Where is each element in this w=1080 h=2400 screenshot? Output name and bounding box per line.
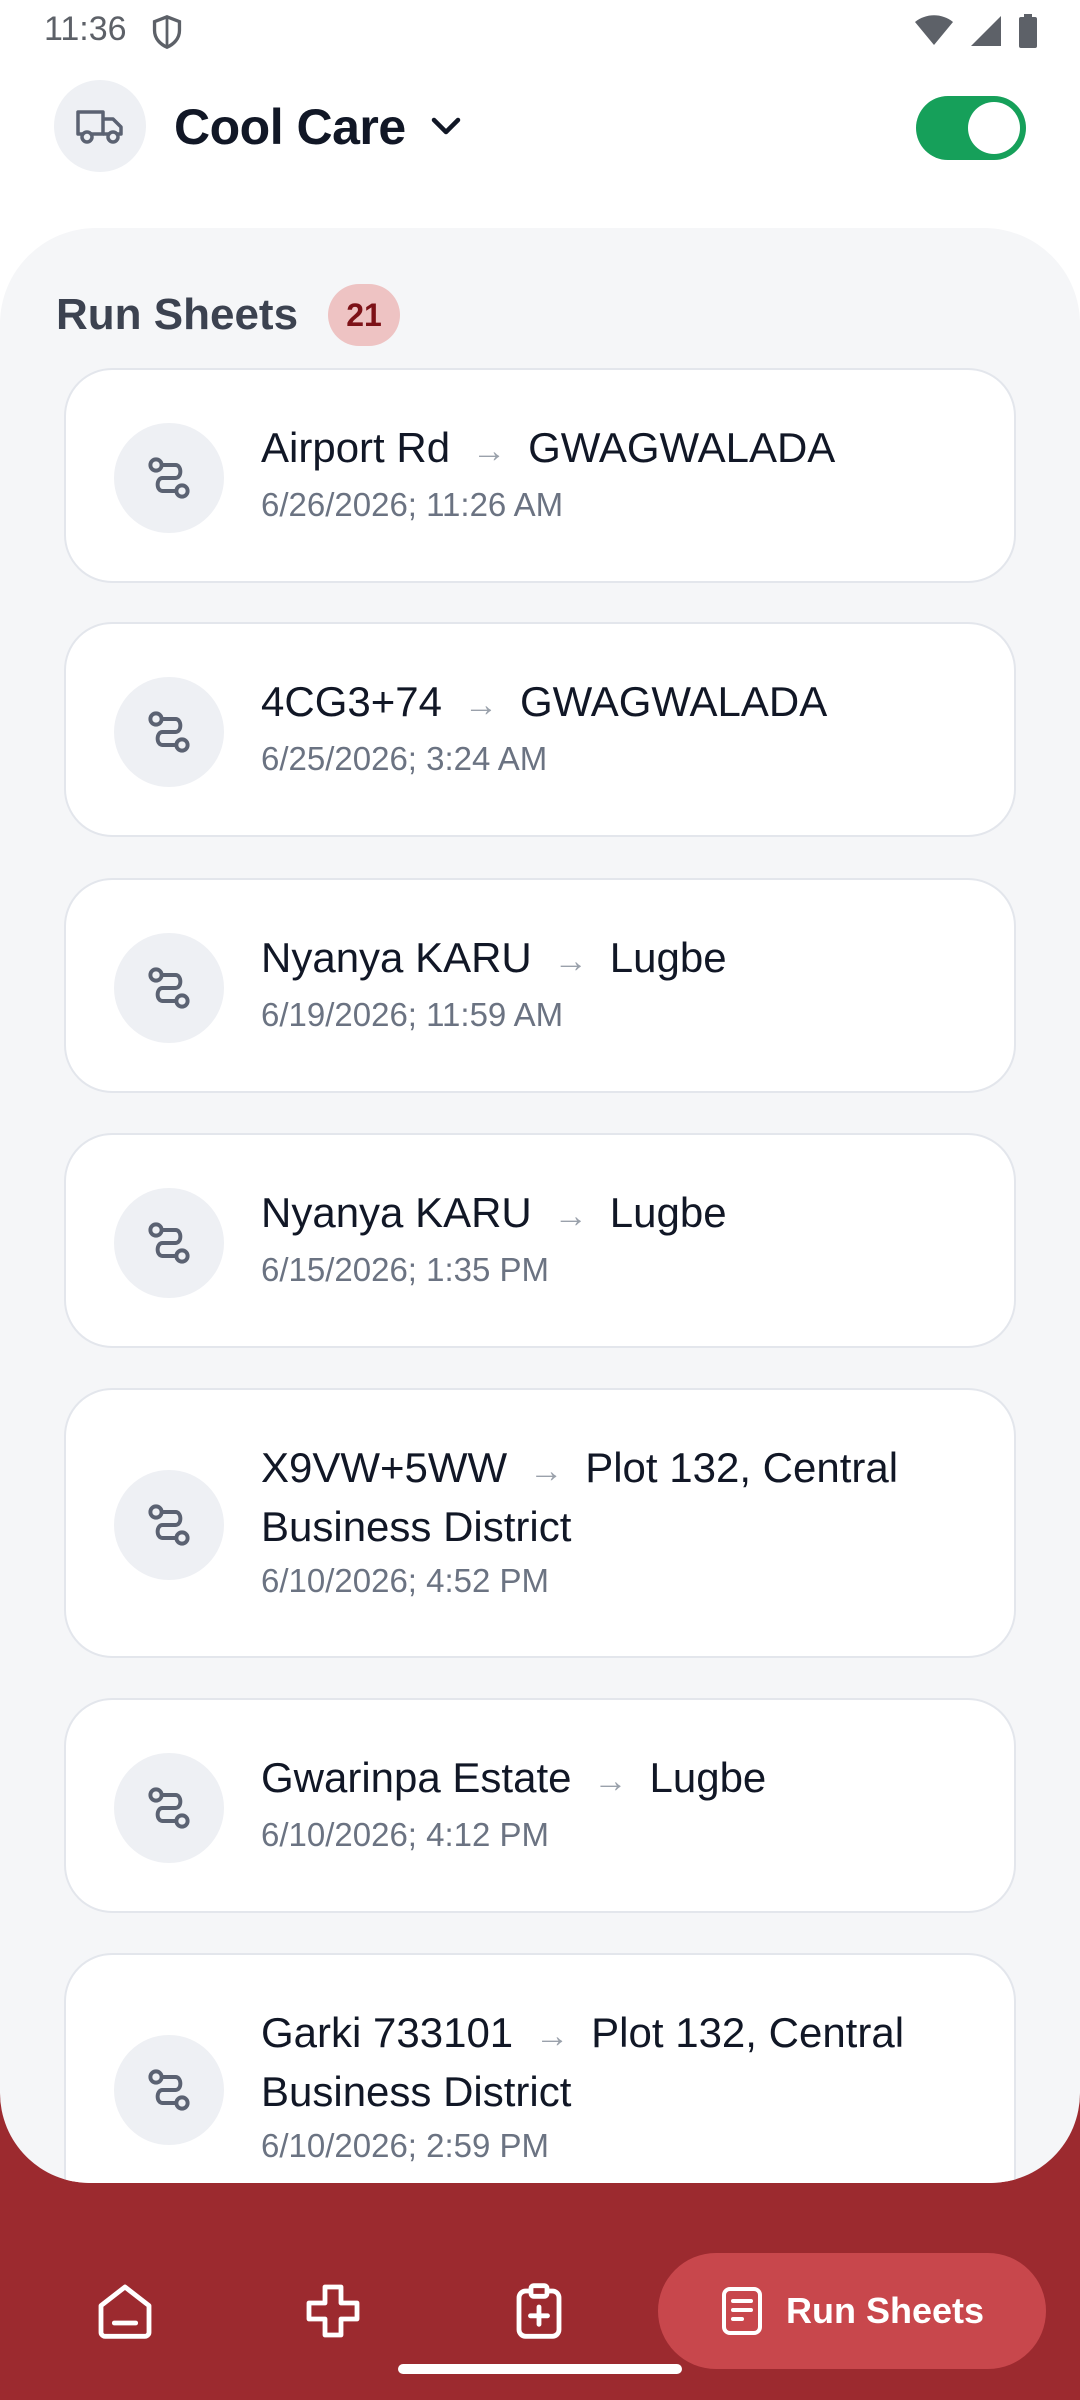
chevron-down-icon[interactable]	[428, 108, 464, 144]
route-to: Lugbe	[649, 1754, 767, 1801]
clipboard-add-icon	[516, 2283, 562, 2339]
route-from: Nyanya KARU	[261, 1189, 532, 1236]
vehicle-avatar[interactable]	[54, 80, 146, 172]
run-sheet-date: 6/19/2026; 11:59 AM	[261, 996, 564, 1033]
route-text: Garki 733101 → Plot 132, Central Business …	[261, 2005, 981, 2120]
truck-icon	[76, 110, 123, 144]
route-arrow: →	[593, 1762, 628, 1800]
run-sheets-panel: Run Sheets 21 Airport Rd → GWAGWALADA 6/26/…	[0, 228, 1080, 2183]
route-icon-circle	[114, 422, 224, 533]
route-text: Gwarinpa Estate → Lugbe	[261, 1750, 981, 1809]
route-arrow: →	[472, 432, 507, 470]
count-badge: 21	[328, 284, 400, 346]
route-icon	[148, 1221, 190, 1264]
route-arrow: →	[553, 942, 588, 980]
run-sheet-card[interactable]: Airport Rd → GWAGWALADA 6/26/2026; 11:26 AM	[64, 368, 1016, 583]
nav-tasks-button[interactable]	[494, 2266, 584, 2356]
nav-run-sheets-button[interactable]: Run Sheets	[658, 2253, 1046, 2369]
home-icon	[98, 2284, 152, 2339]
route-arrow: →	[553, 1197, 588, 1235]
route-text: Nyanya KARU → Lugbe	[261, 930, 981, 989]
home-indicator[interactable]	[398, 2364, 682, 2374]
company-selector[interactable]: Cool Care	[174, 98, 406, 156]
toggle-knob	[968, 102, 1020, 154]
run-sheet-date: 6/10/2026; 4:12 PM	[261, 1816, 550, 1853]
route-text: Airport Rd → GWAGWALADA	[261, 420, 981, 479]
route-from: Gwarinpa Estate	[261, 1754, 572, 1801]
run-sheet-card[interactable]: Nyanya KARU → Lugbe 6/15/2026; 1:35 PM	[64, 1133, 1016, 1348]
route-from: Garki 733101	[261, 2009, 514, 2056]
route-from: Airport Rd	[261, 424, 451, 471]
run-sheet-date: 6/15/2026; 1:35 PM	[261, 1251, 550, 1288]
run-sheet-date: 6/10/2026; 2:59 PM	[261, 2127, 550, 2164]
wifi-icon	[915, 15, 953, 45]
route-icon	[148, 966, 190, 1009]
route-icon	[148, 1504, 190, 1546]
run-sheet-card[interactable]: X9VW+5WW → Plot 132, Central Business Dist…	[64, 1388, 1016, 1658]
route-text: Nyanya KARU → Lugbe	[261, 1185, 981, 1244]
run-sheet-card[interactable]: 4CG3+74 → GWAGWALADA 6/25/2026; 3:24 AM	[64, 622, 1016, 837]
route-icon-circle	[114, 932, 224, 1043]
route-from: Nyanya KARU	[261, 934, 532, 981]
route-to: Lugbe	[609, 1189, 727, 1236]
route-icon	[148, 710, 190, 753]
signal-icon	[971, 16, 1001, 46]
route-arrow: →	[463, 686, 498, 724]
route-icon-circle	[114, 1752, 224, 1863]
route-icon-circle	[114, 1187, 224, 1298]
route-icon	[148, 1786, 190, 1829]
status-time: 11:36	[44, 10, 127, 48]
battery-icon	[1019, 14, 1037, 48]
route-to: Lugbe	[609, 934, 727, 981]
nav-home-button[interactable]	[80, 2266, 170, 2356]
route-text: X9VW+5WW → Plot 132, Central Business Dist…	[261, 1440, 981, 1555]
document-icon	[722, 2287, 762, 2335]
nav-add-button[interactable]	[288, 2266, 378, 2356]
availability-toggle[interactable]	[916, 96, 1026, 160]
run-sheet-date: 6/25/2026; 3:24 AM	[261, 740, 548, 777]
plus-icon	[306, 2284, 360, 2338]
run-sheet-card[interactable]: Garki 733101 → Plot 132, Central Business …	[64, 1953, 1016, 2183]
run-sheet-card[interactable]: Gwarinpa Estate → Lugbe 6/10/2026; 4:12 PM	[64, 1698, 1016, 1913]
route-icon-circle	[114, 1470, 224, 1580]
app-header: Cool Care	[0, 62, 1080, 222]
route-arrow: →	[535, 2017, 570, 2055]
section-title: Run Sheets	[56, 290, 299, 339]
route-from: X9VW+5WW	[261, 1444, 508, 1491]
route-icon	[148, 2069, 190, 2111]
run-sheet-date: 6/26/2026; 11:26 AM	[261, 486, 564, 523]
route-text: 4CG3+74 → GWAGWALADA	[261, 674, 981, 733]
route-from: 4CG3+74	[261, 678, 442, 725]
route-icon-circle	[114, 2035, 224, 2145]
route-to: GWAGWALADA	[528, 424, 836, 471]
route-icon	[148, 456, 190, 499]
run-sheet-card[interactable]: Nyanya KARU → Lugbe 6/19/2026; 11:59 AM	[64, 878, 1016, 1093]
status-bar: 11:36	[0, 0, 1080, 62]
nav-run-sheets-label: Run Sheets	[786, 2290, 985, 2331]
status-icons	[914, 14, 1038, 48]
run-sheet-date: 6/10/2026; 4:52 PM	[261, 1562, 550, 1599]
route-to: GWAGWALADA	[519, 678, 828, 725]
route-icon-circle	[114, 676, 224, 787]
shield-icon	[152, 14, 182, 50]
route-arrow: →	[529, 1452, 564, 1490]
